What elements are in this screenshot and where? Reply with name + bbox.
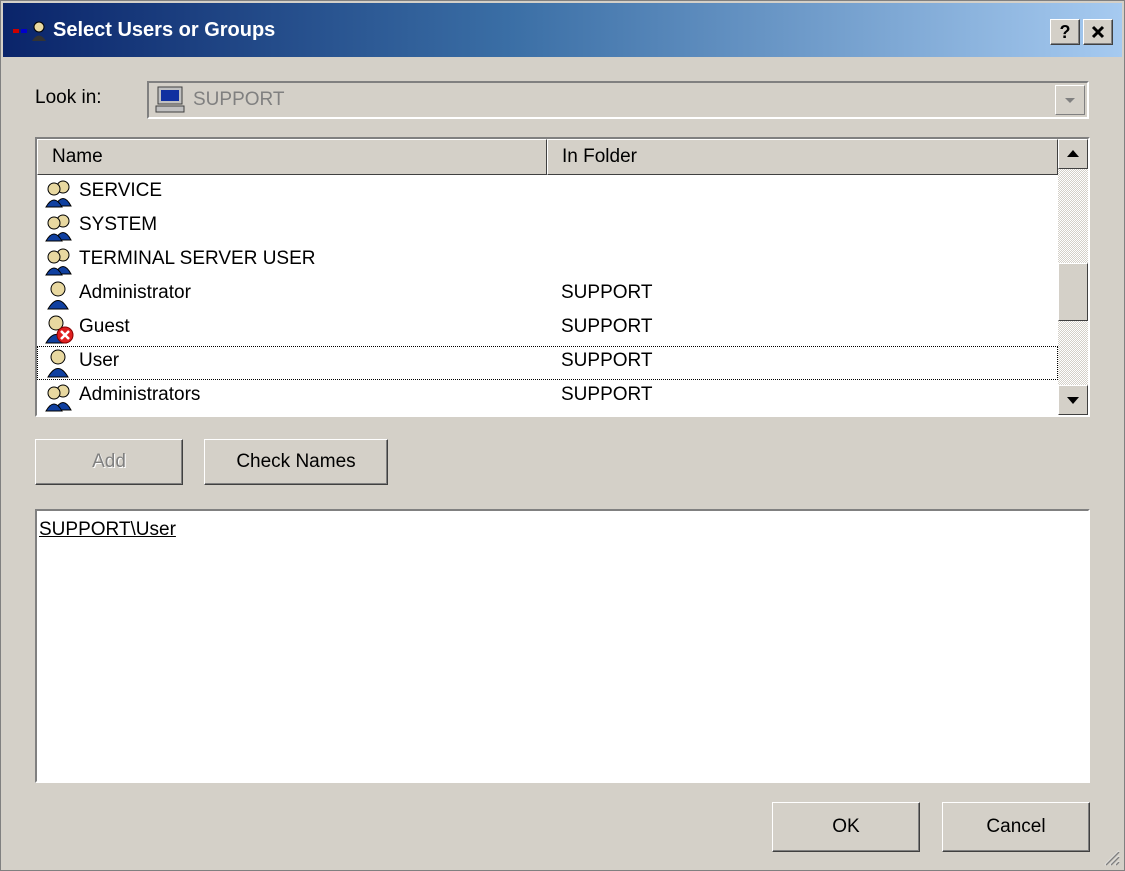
list-item-focused[interactable]: User SUPPORT xyxy=(37,346,1058,380)
resize-grip-icon[interactable] xyxy=(1100,846,1120,866)
list-header: Name In Folder xyxy=(37,139,1058,175)
select-users-dialog: Select Users or Groups ? Look in: SUPPOR… xyxy=(0,0,1125,871)
cancel-button[interactable]: Cancel xyxy=(942,802,1090,852)
group-icon xyxy=(45,384,72,412)
list-item-name: Administrators xyxy=(79,384,201,405)
look-in-combobox[interactable]: SUPPORT xyxy=(147,81,1089,119)
list-item-name: TERMINAL SERVER USER xyxy=(79,248,316,269)
users-list[interactable]: Name In Folder SERVICE SYSTEM TERMINAL S… xyxy=(35,137,1090,417)
disabled-user-icon xyxy=(45,315,74,344)
selected-names-box[interactable]: SUPPORT\User xyxy=(35,509,1090,783)
list-item-folder: SUPPORT xyxy=(561,384,653,405)
list-item-name: SYSTEM xyxy=(79,214,158,235)
list-item-name: Administrator xyxy=(79,282,191,303)
list-item-name: User xyxy=(79,350,120,371)
list-item[interactable]: Administrator SUPPORT xyxy=(37,278,1058,312)
list-item-name: Guest xyxy=(79,316,130,337)
list-item[interactable]: TERMINAL SERVER USER xyxy=(37,244,1058,278)
list-item-folder: SUPPORT xyxy=(561,316,653,337)
app-icon xyxy=(13,21,46,41)
list-item-folder: SUPPORT xyxy=(561,282,653,303)
look-in-dropdown-button[interactable] xyxy=(1055,85,1085,115)
look-in-value: SUPPORT xyxy=(193,89,285,110)
group-icon xyxy=(45,248,72,276)
scroll-up-button[interactable] xyxy=(1058,139,1088,169)
arrow-up-icon xyxy=(1067,150,1079,157)
list-item[interactable]: SYSTEM xyxy=(37,210,1058,244)
close-icon xyxy=(1091,25,1105,39)
column-header-name[interactable]: Name xyxy=(37,139,547,175)
vertical-scrollbar[interactable] xyxy=(1058,139,1088,415)
group-icon xyxy=(45,180,72,208)
arrow-down-icon xyxy=(1067,397,1079,404)
add-button[interactable]: Add xyxy=(35,439,183,485)
group-icon xyxy=(45,214,72,242)
chevron-down-icon xyxy=(1065,98,1075,103)
column-header-in-folder[interactable]: In Folder xyxy=(547,139,1058,175)
user-icon xyxy=(47,281,69,310)
scroll-thumb[interactable] xyxy=(1058,263,1088,321)
help-button[interactable]: ? xyxy=(1050,19,1080,45)
scroll-down-button[interactable] xyxy=(1058,385,1088,415)
look-in-label: Look in: xyxy=(35,87,102,108)
dialog-title: Select Users or Groups xyxy=(53,19,276,41)
list-item-name: SERVICE xyxy=(79,180,163,201)
computer-icon xyxy=(155,86,185,113)
list-item[interactable]: Administrators SUPPORT xyxy=(37,380,1058,414)
user-icon xyxy=(47,349,69,378)
ok-button[interactable]: OK xyxy=(772,802,920,852)
list-item[interactable]: Guest SUPPORT xyxy=(37,312,1058,346)
selected-name-entry[interactable]: SUPPORT\User xyxy=(39,519,176,541)
list-item[interactable]: SERVICE xyxy=(37,176,1058,210)
list-item-folder: SUPPORT xyxy=(561,350,653,371)
close-button[interactable] xyxy=(1083,19,1113,45)
title-bar: Select Users or Groups ? xyxy=(3,3,1122,57)
check-names-button[interactable]: Check Names xyxy=(204,439,388,485)
